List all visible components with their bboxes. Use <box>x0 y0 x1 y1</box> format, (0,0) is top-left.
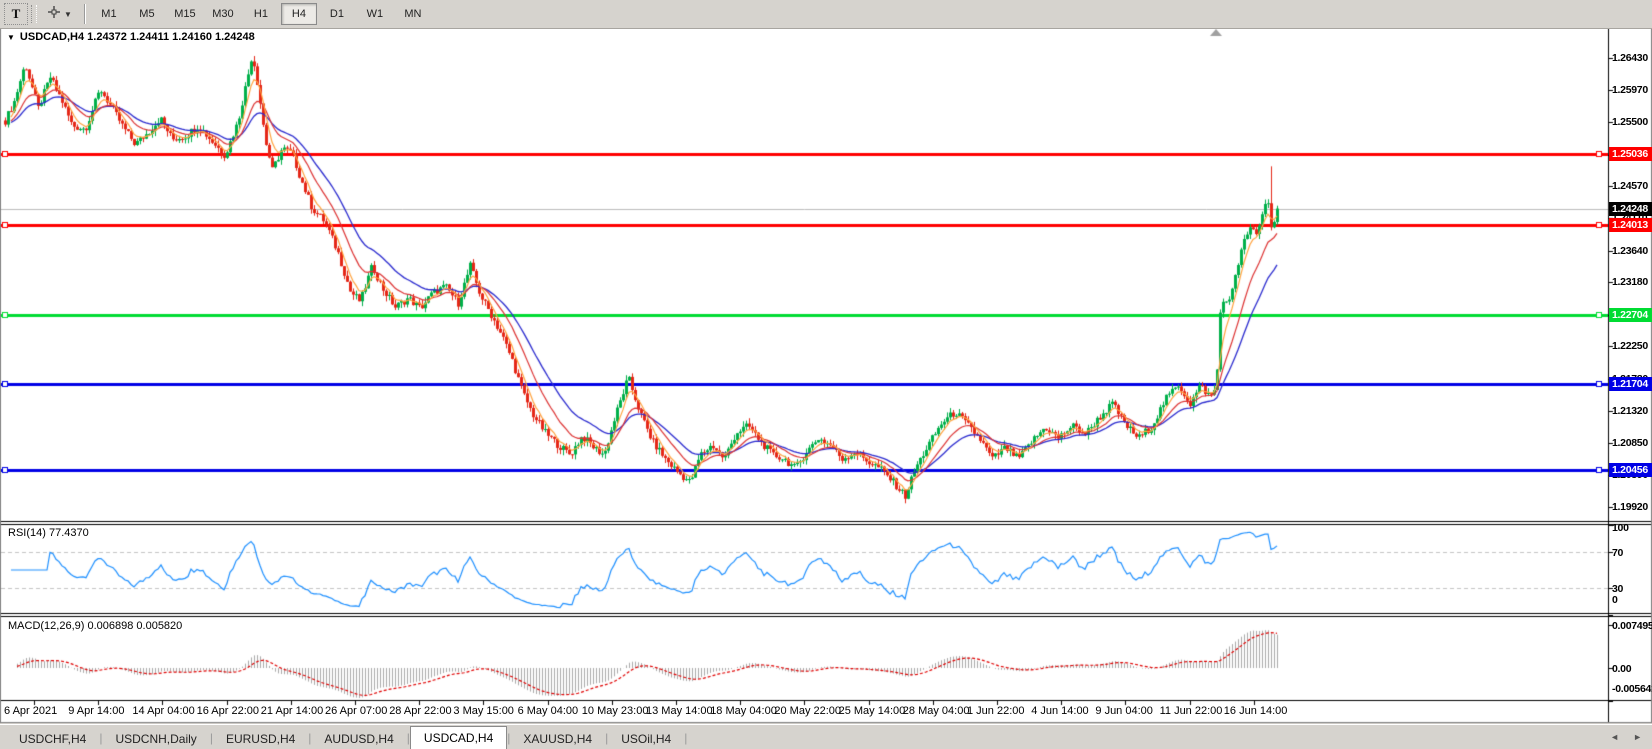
rsi-axis-label: 100 <box>1612 522 1629 535</box>
toolbar: T ▼ M1M5M15M30H1H4D1W1MN <box>0 0 1652 29</box>
price-tick-label: 1.25500 <box>1612 116 1648 129</box>
level-price-badge[interactable]: 1.25036 <box>1609 147 1652 161</box>
level-price-badge[interactable]: 1.22704 <box>1609 308 1652 322</box>
toolbar-separator <box>84 4 85 24</box>
timeframe-button-h4[interactable]: H4 <box>281 3 317 25</box>
chart-tab-usdcnh[interactable]: USDCNH,Daily <box>102 729 209 749</box>
timeframe-button-m1[interactable]: M1 <box>91 3 127 25</box>
price-tick-label: 1.26430 <box>1612 52 1648 65</box>
price-tick-label: 1.19920 <box>1612 501 1648 514</box>
time-axis-label: 6 May 04:00 <box>518 705 579 717</box>
time-axis-label: 28 May 04:00 <box>903 705 970 717</box>
tab-separator: | <box>684 731 687 745</box>
time-axis-label: 9 Jun 04:00 <box>1095 705 1153 717</box>
timeframe-button-m5[interactable]: M5 <box>129 3 165 25</box>
level-price-badge[interactable]: 1.20456 <box>1609 463 1652 477</box>
macd-indicator-label: MACD(12,26,9) 0.006898 0.005820 <box>8 620 182 632</box>
timeframe-buttons: M1M5M15M30H1H4D1W1MN <box>90 3 432 25</box>
chart-title-text: USDCAD,H4 1.24372 1.24411 1.24160 1.2424… <box>20 31 255 43</box>
time-axis-label: 21 Apr 14:00 <box>261 705 323 717</box>
chart-tab-usdcad[interactable]: USDCAD,H4 <box>410 726 507 749</box>
toolbar-grip[interactable] <box>31 5 37 23</box>
price-tick-label: 1.20850 <box>1612 437 1648 450</box>
tab-scroll-left-icon[interactable]: ◄ <box>1610 732 1619 742</box>
time-axis: 6 Apr 2021 9 Apr 14:00 14 Apr 04:0016 Apr … <box>0 704 1608 722</box>
chart-tab-usoil[interactable]: USOil,H4 <box>608 729 684 749</box>
cursor-mode-button[interactable]: ▼ <box>42 4 77 24</box>
time-axis-label: 1 Jun 22:00 <box>967 705 1025 717</box>
time-axis-label: 4 Jun 14:00 <box>1031 705 1089 717</box>
time-axis-label: 6 Apr 2021 <box>4 705 57 717</box>
chart-tab-audusd[interactable]: AUDUSD,H4 <box>311 729 406 749</box>
timeframe-button-h1[interactable]: H1 <box>243 3 279 25</box>
rsi-indicator-label: RSI(14) 77.4370 <box>8 527 89 539</box>
tab-scroll-right-icon[interactable]: ► <box>1633 732 1642 742</box>
chart-tab-usdchf[interactable]: USDCHF,H4 <box>6 729 99 749</box>
rsi-axis-label: 0 <box>1612 594 1618 607</box>
time-axis-label: 26 Apr 07:00 <box>325 705 387 717</box>
timeframe-button-w1[interactable]: W1 <box>357 3 393 25</box>
chart-tab-eurusd[interactable]: EURUSD,H4 <box>213 729 308 749</box>
time-axis-label: 20 May 22:00 <box>774 705 841 717</box>
chart-title: ▼ USDCAD,H4 1.24372 1.24411 1.24160 1.24… <box>7 31 255 43</box>
level-price-badge[interactable]: 1.21704 <box>1609 377 1652 391</box>
macd-axis-label: -0.005641 <box>1612 683 1652 696</box>
chart-tab-xauusd[interactable]: XAUUSD,H4 <box>510 729 605 749</box>
crosshair-icon <box>47 5 61 24</box>
chart-canvas[interactable] <box>0 0 1652 748</box>
price-tick-label: 1.23180 <box>1612 276 1648 289</box>
chart-tab-bar: USDCHF,H4|USDCNH,Daily|EURUSD,H4|AUDUSD,… <box>0 724 1652 749</box>
time-axis-label: 3 May 15:00 <box>453 705 514 717</box>
macd-axis-label: 0.007495 <box>1612 620 1652 633</box>
window-menu-icon[interactable]: ▼ <box>7 33 15 42</box>
timeframe-button-m15[interactable]: M15 <box>167 3 203 25</box>
current-price-badge: 1.24248 <box>1609 202 1652 216</box>
chevron-down-icon: ▼ <box>64 10 72 19</box>
time-axis-label: 16 Jun 14:00 <box>1224 705 1288 717</box>
price-tick-label: 1.22250 <box>1612 340 1648 353</box>
time-axis-label: 9 Apr 14:00 <box>68 705 124 717</box>
time-axis-label: 11 Jun 22:00 <box>1160 705 1223 717</box>
time-axis-label: 13 May 14:00 <box>646 705 713 717</box>
time-axis-label: 14 Apr 04:00 <box>132 705 194 717</box>
price-tick-label: 1.23640 <box>1612 245 1648 258</box>
price-axis: 1.264301.259701.255001.250301.245701.241… <box>1609 28 1652 722</box>
timeframe-button-m30[interactable]: M30 <box>205 3 241 25</box>
time-axis-label: 16 Apr 22:00 <box>197 705 259 717</box>
price-tick-label: 1.25970 <box>1612 84 1648 97</box>
price-tick-label: 1.24570 <box>1612 180 1648 193</box>
time-axis-label: 28 Apr 22:00 <box>389 705 451 717</box>
timeframe-button-d1[interactable]: D1 <box>319 3 355 25</box>
timeframe-button-mn[interactable]: MN <box>395 3 431 25</box>
level-price-badge[interactable]: 1.24013 <box>1609 218 1652 232</box>
time-axis-label: 18 May 04:00 <box>710 705 777 717</box>
price-tick-label: 1.21320 <box>1612 405 1648 418</box>
rsi-axis-label: 70 <box>1612 547 1623 560</box>
time-axis-label: 25 May 14:00 <box>839 705 906 717</box>
text-tool-button[interactable]: T <box>4 3 28 25</box>
macd-axis-label: 0.00 <box>1612 663 1631 676</box>
time-axis-label: 10 May 23:00 <box>582 705 649 717</box>
